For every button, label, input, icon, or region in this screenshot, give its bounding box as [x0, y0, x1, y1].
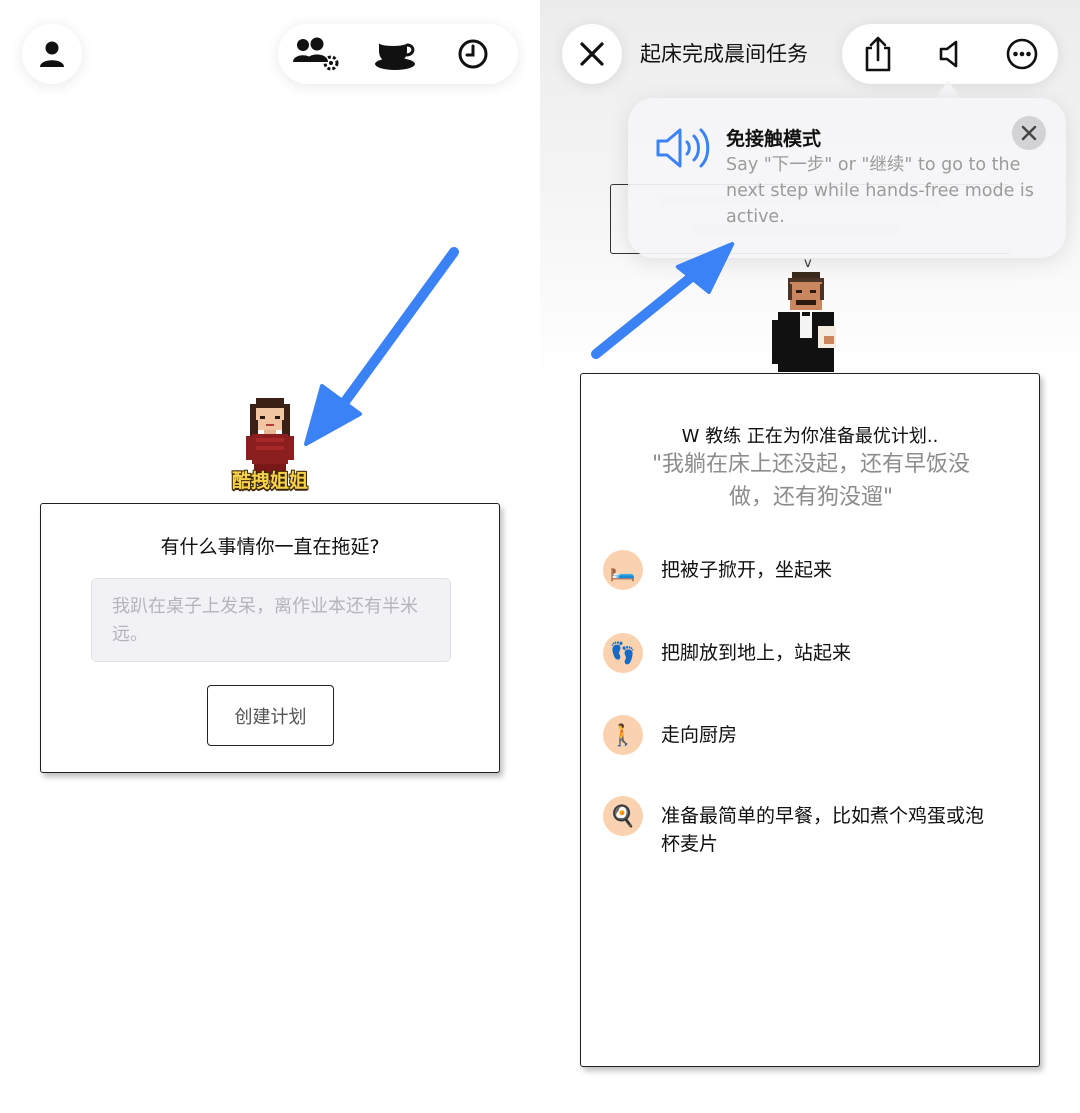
frying-pan-icon: 🍳	[603, 796, 643, 836]
question-card: 有什么事情你一直在拖延? 创建计划	[40, 503, 500, 773]
create-plan-button[interactable]: 创建计划	[207, 685, 334, 746]
hands-free-button[interactable]	[914, 24, 986, 84]
popup-caret	[936, 80, 960, 98]
popup-description: Say "下一步" or "继续" to go to the next step…	[726, 155, 1034, 227]
more-button[interactable]	[986, 24, 1058, 84]
left-toolbar	[278, 24, 518, 84]
close-icon	[1021, 125, 1037, 141]
right-screen: 起床完成晨间任务 免接触模式 Say "下一步" or "继续" to go t…	[540, 0, 1080, 1113]
butler-label: v	[804, 256, 812, 271]
group-settings-button[interactable]	[278, 24, 356, 84]
right-toolbar	[842, 24, 1058, 84]
plan-step[interactable]: 🚶 走向厨房	[603, 715, 1023, 755]
profile-button[interactable]	[22, 24, 82, 84]
coffee-cup-icon	[375, 40, 415, 70]
plan-step-text: 把被子掀开，坐起来	[661, 559, 833, 581]
coffee-button[interactable]	[356, 24, 434, 84]
share-button[interactable]	[842, 24, 914, 84]
history-button[interactable]	[434, 24, 512, 84]
plan-card: W 教练 正在为你准备最优计划.. "我躺在床上还没起，还有早饭没做，还有狗没遛…	[580, 373, 1040, 1067]
group-settings-icon	[293, 37, 339, 71]
butler-character-avatar	[772, 272, 836, 372]
walking-person-icon: 🚶	[603, 715, 643, 755]
procrastination-input[interactable]	[91, 578, 451, 662]
footprints-icon: 👣	[603, 633, 643, 673]
person-icon	[40, 41, 64, 67]
coach-status: W 教练 正在为你准备最优计划..	[681, 426, 939, 447]
clock-icon	[458, 39, 488, 69]
speaker-wave-icon	[656, 128, 710, 168]
plan-step[interactable]: 👣 把脚放到地上，站起来	[603, 633, 1023, 673]
close-task-button[interactable]	[562, 24, 622, 84]
plan-step-text: 准备最简单的早餐，比如煮个鸡蛋或泡杯麦片	[661, 805, 985, 855]
plan-step-text: 把脚放到地上，站起来	[661, 642, 852, 664]
popup-close-button[interactable]	[1012, 116, 1046, 150]
question-title: 有什么事情你一直在拖延?	[160, 536, 380, 558]
share-icon	[865, 36, 891, 72]
more-icon	[1006, 38, 1038, 70]
hands-free-popup: 免接触模式 Say "下一步" or "继续" to go to the nex…	[628, 98, 1066, 258]
popup-title: 免接触模式	[726, 128, 822, 150]
left-screen: 酷拽姐姐 有什么事情你一直在拖延? 创建计划	[0, 0, 540, 1113]
character-name-tag: 酷拽姐姐	[231, 470, 308, 492]
speaker-icon	[939, 40, 958, 68]
plan-step[interactable]: 🛏️ 把被子掀开，坐起来	[603, 550, 1023, 590]
task-title: 起床完成晨间任务	[640, 42, 808, 66]
close-icon	[580, 42, 604, 66]
plan-step-text: 走向厨房	[661, 724, 738, 746]
bed-icon: 🛏️	[603, 550, 643, 590]
plan-step[interactable]: 🍳 准备最简单的早餐，比如煮个鸡蛋或泡杯麦片	[603, 796, 1023, 858]
user-quote: "我躺在床上还没起，还有早饭没做，还有狗没遛"	[651, 452, 971, 510]
